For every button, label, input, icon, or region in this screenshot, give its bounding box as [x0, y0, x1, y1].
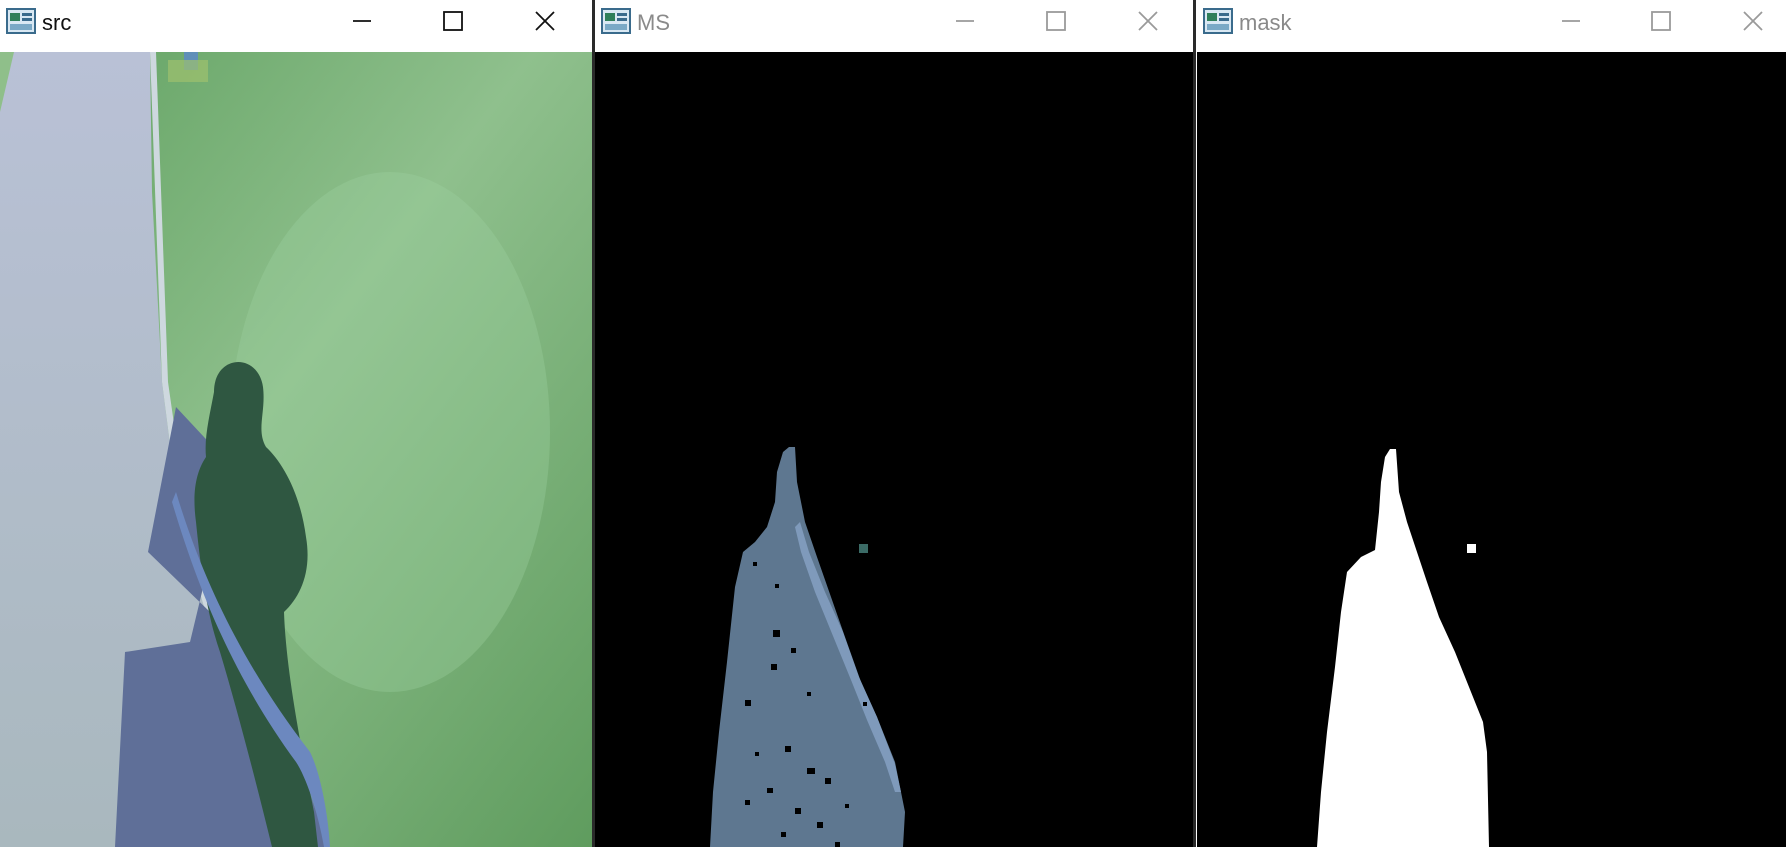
window-title: src [42, 10, 72, 35]
titlebar[interactable]: src [0, 0, 594, 52]
titlebar[interactable]: mask [1197, 0, 1786, 52]
maximize-icon [1651, 11, 1671, 31]
minimize-icon [353, 20, 371, 22]
window-title: mask [1239, 10, 1292, 35]
maximize-button[interactable] [1643, 6, 1679, 36]
app-icon [6, 8, 36, 34]
close-button[interactable] [1735, 6, 1771, 36]
mask-image-view [1197, 52, 1786, 847]
ms-image [595, 52, 1195, 847]
maximize-button[interactable] [435, 6, 471, 36]
minimize-button[interactable] [947, 6, 983, 36]
maximize-button[interactable] [1038, 6, 1074, 36]
window-src[interactable]: src [0, 0, 594, 847]
app-icon [601, 8, 631, 34]
window-title: MS [637, 10, 670, 35]
minimize-button[interactable] [344, 6, 380, 36]
close-icon [1743, 11, 1763, 31]
close-icon [535, 11, 555, 31]
mask-image [1197, 52, 1786, 847]
close-button[interactable] [1130, 6, 1166, 36]
ms-image-view [595, 52, 1195, 847]
src-image [0, 52, 594, 847]
maximize-icon [1046, 11, 1066, 31]
window-ms[interactable]: MS [595, 0, 1195, 847]
minimize-icon [1562, 20, 1580, 22]
window-border [1193, 0, 1196, 847]
src-image-view [0, 52, 594, 847]
close-icon [1138, 11, 1158, 31]
maximize-icon [443, 11, 463, 31]
close-button[interactable] [527, 6, 563, 36]
app-icon [1203, 8, 1233, 34]
window-mask[interactable]: mask [1197, 0, 1786, 847]
minimize-button[interactable] [1553, 6, 1589, 36]
minimize-icon [956, 20, 974, 22]
titlebar[interactable]: MS [595, 0, 1195, 52]
